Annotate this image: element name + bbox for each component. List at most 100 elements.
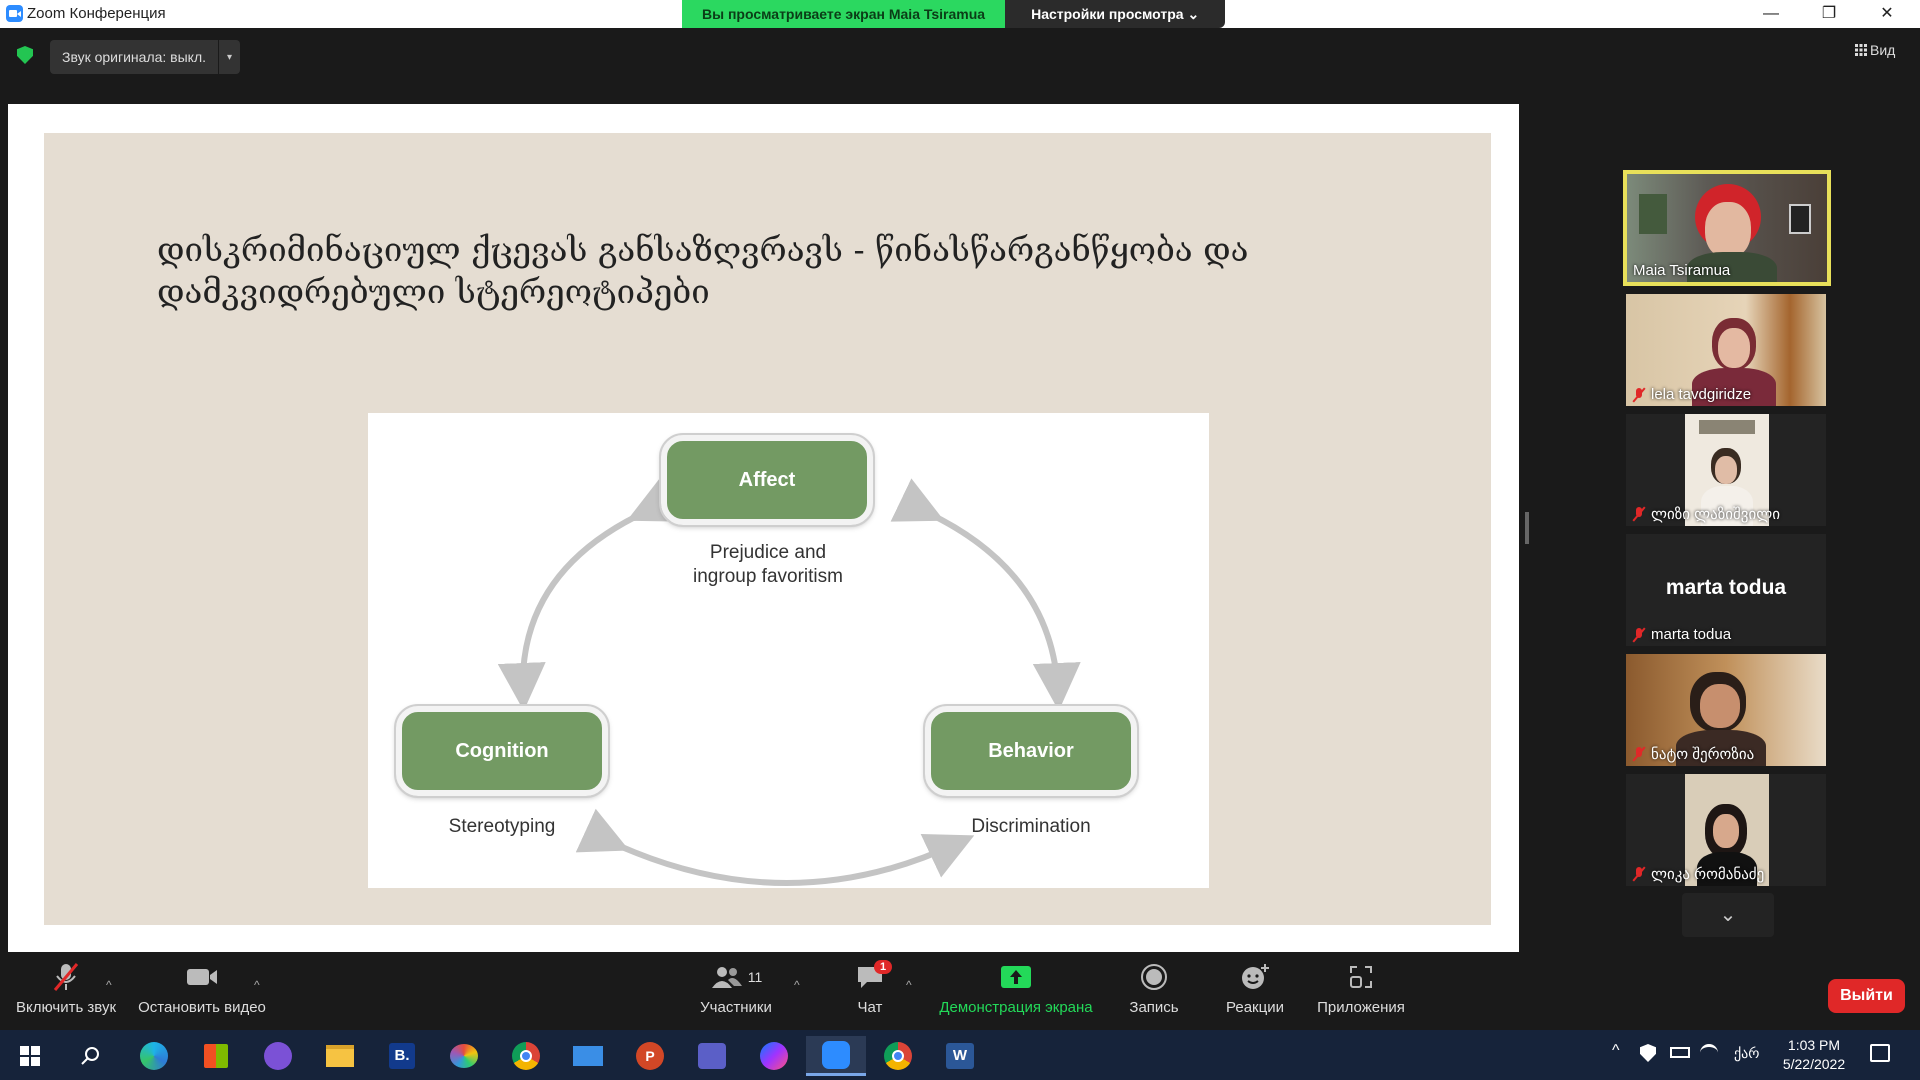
powerpoint-taskbar-icon[interactable]: P bbox=[624, 1036, 676, 1076]
share-screen-arrow-icon bbox=[1001, 966, 1031, 988]
edge-taskbar-icon[interactable] bbox=[128, 1036, 180, 1076]
search-button[interactable] bbox=[64, 1036, 116, 1076]
view-button[interactable]: Вид bbox=[1855, 42, 1895, 58]
view-label: Вид bbox=[1870, 42, 1896, 58]
booking-taskbar-icon[interactable]: B. bbox=[376, 1036, 428, 1076]
participant-tile[interactable]: ნატო შეროზია bbox=[1626, 654, 1826, 766]
paint-taskbar-icon[interactable] bbox=[438, 1036, 490, 1076]
original-sound-dropdown-icon[interactable]: ▾ bbox=[218, 40, 240, 74]
windows-logo-icon bbox=[20, 1046, 40, 1066]
teams-taskbar-icon[interactable] bbox=[686, 1036, 738, 1076]
clock[interactable]: 1:03 PM 5/22/2022 bbox=[1782, 1036, 1846, 1074]
attitude-cycle-diagram: Affect Prejudice and ingroup favoritism … bbox=[368, 413, 1209, 888]
meeting-topbar: Звук оригинала: выкл. ▾ Вид bbox=[0, 28, 1920, 80]
viber-taskbar-icon[interactable] bbox=[252, 1036, 304, 1076]
chrome-taskbar-icon-2[interactable] bbox=[872, 1036, 924, 1076]
messenger-taskbar-icon[interactable] bbox=[748, 1036, 800, 1076]
window-titlebar: Zoom Конференция Вы просматриваете экран… bbox=[0, 0, 1920, 28]
view-options-button[interactable]: Настройки просмотра ⌄ bbox=[1005, 0, 1226, 28]
participant-tile[interactable]: marta todua marta todua bbox=[1626, 534, 1826, 646]
participants-options-caret-icon[interactable]: ^ bbox=[794, 978, 800, 992]
behavior-node: Behavior bbox=[923, 704, 1139, 798]
chat-button[interactable]: 1 Чат bbox=[842, 952, 898, 1030]
record-label: Запись bbox=[1129, 999, 1179, 1016]
affect-caption-line-1: Prejudice and bbox=[709, 542, 827, 563]
chat-unread-badge: 1 bbox=[874, 960, 893, 974]
share-screen-button[interactable]: Демонстрация экрана bbox=[934, 952, 1098, 1030]
arrow-affect-behavior bbox=[890, 478, 1081, 711]
stop-video-label: Остановить видео bbox=[138, 999, 266, 1016]
record-icon bbox=[1141, 964, 1167, 990]
mic-muted-icon bbox=[1632, 506, 1646, 522]
affect-caption-line-2: ingroup favoritism bbox=[693, 566, 843, 587]
mic-muted-icon bbox=[1632, 866, 1646, 882]
participants-scroll-down-button[interactable]: ⌄ bbox=[1682, 893, 1774, 937]
presentation-slide: დისკრიმინაციულ ქცევას განსაზღვრავს - წინ… bbox=[44, 133, 1491, 925]
original-sound-toggle[interactable]: Звук оригинала: выкл. ▾ bbox=[50, 40, 241, 74]
behavior-caption: Discrimination bbox=[971, 816, 1091, 837]
shared-screen: დისკრიმინაციულ ქცევას განსაზღვრავს - წინ… bbox=[8, 104, 1519, 952]
smiley-plus-icon bbox=[1242, 964, 1269, 989]
mail-taskbar-icon[interactable] bbox=[562, 1036, 614, 1076]
viewing-screen-label: Вы просматриваете экран Maia Tsiramua bbox=[682, 0, 1006, 28]
chrome-taskbar-icon[interactable] bbox=[500, 1036, 552, 1076]
apps-label: Приложения bbox=[1317, 999, 1405, 1016]
arrow-cognition-behavior bbox=[575, 808, 975, 886]
word-taskbar-icon[interactable]: W bbox=[934, 1036, 986, 1076]
microphone-muted-icon bbox=[53, 963, 79, 991]
minimize-button[interactable]: — bbox=[1748, 2, 1794, 26]
battery-tray-icon[interactable] bbox=[1670, 1047, 1690, 1058]
participants-button[interactable]: 11 Участники bbox=[692, 952, 780, 1030]
participant-tile[interactable]: ლიკა რომანაძე bbox=[1626, 774, 1826, 886]
reactions-button[interactable]: Реакции bbox=[1218, 952, 1292, 1030]
cognition-caption: Stereotyping bbox=[448, 816, 556, 837]
participants-icon bbox=[711, 967, 742, 988]
participant-tile[interactable]: lela tavdgiridze bbox=[1626, 294, 1826, 406]
panel-resize-handle[interactable] bbox=[1525, 512, 1529, 544]
zoom-logo-icon bbox=[6, 5, 23, 22]
video-options-caret-icon[interactable]: ^ bbox=[254, 978, 260, 992]
windows-start-button[interactable] bbox=[4, 1036, 56, 1076]
participant-name: marta todua bbox=[1632, 626, 1731, 643]
unmute-label: Включить звук bbox=[15, 999, 117, 1016]
original-sound-label[interactable]: Звук оригинала: выкл. bbox=[50, 49, 218, 65]
mic-muted-icon bbox=[1632, 627, 1646, 643]
store-taskbar-icon[interactable] bbox=[190, 1036, 242, 1076]
close-button[interactable]: ✕ bbox=[1864, 2, 1910, 26]
participant-tile[interactable]: ლიზი ლაზიშვილი bbox=[1626, 414, 1826, 526]
window-title: Zoom Конференция bbox=[27, 5, 166, 22]
tray-overflow-icon[interactable]: ^ bbox=[1612, 1042, 1620, 1060]
clock-date: 5/22/2022 bbox=[1782, 1056, 1846, 1072]
affect-caption: Prejudice and ingroup favoritism bbox=[618, 541, 918, 589]
participant-name: ლიკა რომანაძე bbox=[1632, 865, 1764, 883]
chat-options-caret-icon[interactable]: ^ bbox=[906, 978, 912, 992]
screen-share-banner: Вы просматриваете экран Maia Tsiramua На… bbox=[682, 0, 1226, 28]
participant-name: Maia Tsiramua bbox=[1633, 262, 1731, 279]
stop-video-button[interactable]: Остановить видео bbox=[136, 952, 268, 1030]
restore-button[interactable]: ❐ bbox=[1806, 2, 1852, 26]
participant-name: ნატო შეროზია bbox=[1632, 745, 1754, 763]
leave-meeting-button[interactable]: Выйти bbox=[1828, 979, 1905, 1013]
participant-tile-active-speaker[interactable]: Maia Tsiramua bbox=[1623, 170, 1831, 286]
arrow-affect-cognition bbox=[497, 478, 681, 711]
participants-count: 11 bbox=[747, 969, 763, 985]
apps-button[interactable]: Приложения bbox=[1312, 952, 1410, 1030]
defender-tray-icon[interactable] bbox=[1640, 1044, 1656, 1062]
wifi-tray-icon[interactable] bbox=[1700, 1044, 1718, 1062]
participant-display-name: marta todua bbox=[1665, 576, 1787, 599]
mic-muted-icon bbox=[1632, 746, 1646, 762]
cognition-node: Cognition bbox=[394, 704, 610, 798]
reactions-label: Реакции bbox=[1226, 999, 1284, 1016]
participant-name: lela tavdgiridze bbox=[1632, 386, 1751, 403]
file-explorer-taskbar-icon[interactable] bbox=[314, 1036, 366, 1076]
audio-options-caret-icon[interactable]: ^ bbox=[106, 978, 112, 992]
encryption-shield-icon[interactable] bbox=[17, 46, 33, 64]
grid-icon bbox=[1855, 44, 1867, 56]
record-button[interactable]: Запись bbox=[1124, 952, 1184, 1030]
language-indicator[interactable]: ქარ bbox=[1734, 1045, 1759, 1062]
zoom-taskbar-icon[interactable] bbox=[806, 1036, 866, 1076]
video-camera-icon bbox=[187, 969, 217, 985]
meeting-toolbar: Включить звук ^ Остановить видео ^ 11 Уч… bbox=[0, 952, 1920, 1030]
notifications-icon[interactable] bbox=[1870, 1044, 1890, 1062]
mic-muted-icon bbox=[1632, 387, 1646, 403]
